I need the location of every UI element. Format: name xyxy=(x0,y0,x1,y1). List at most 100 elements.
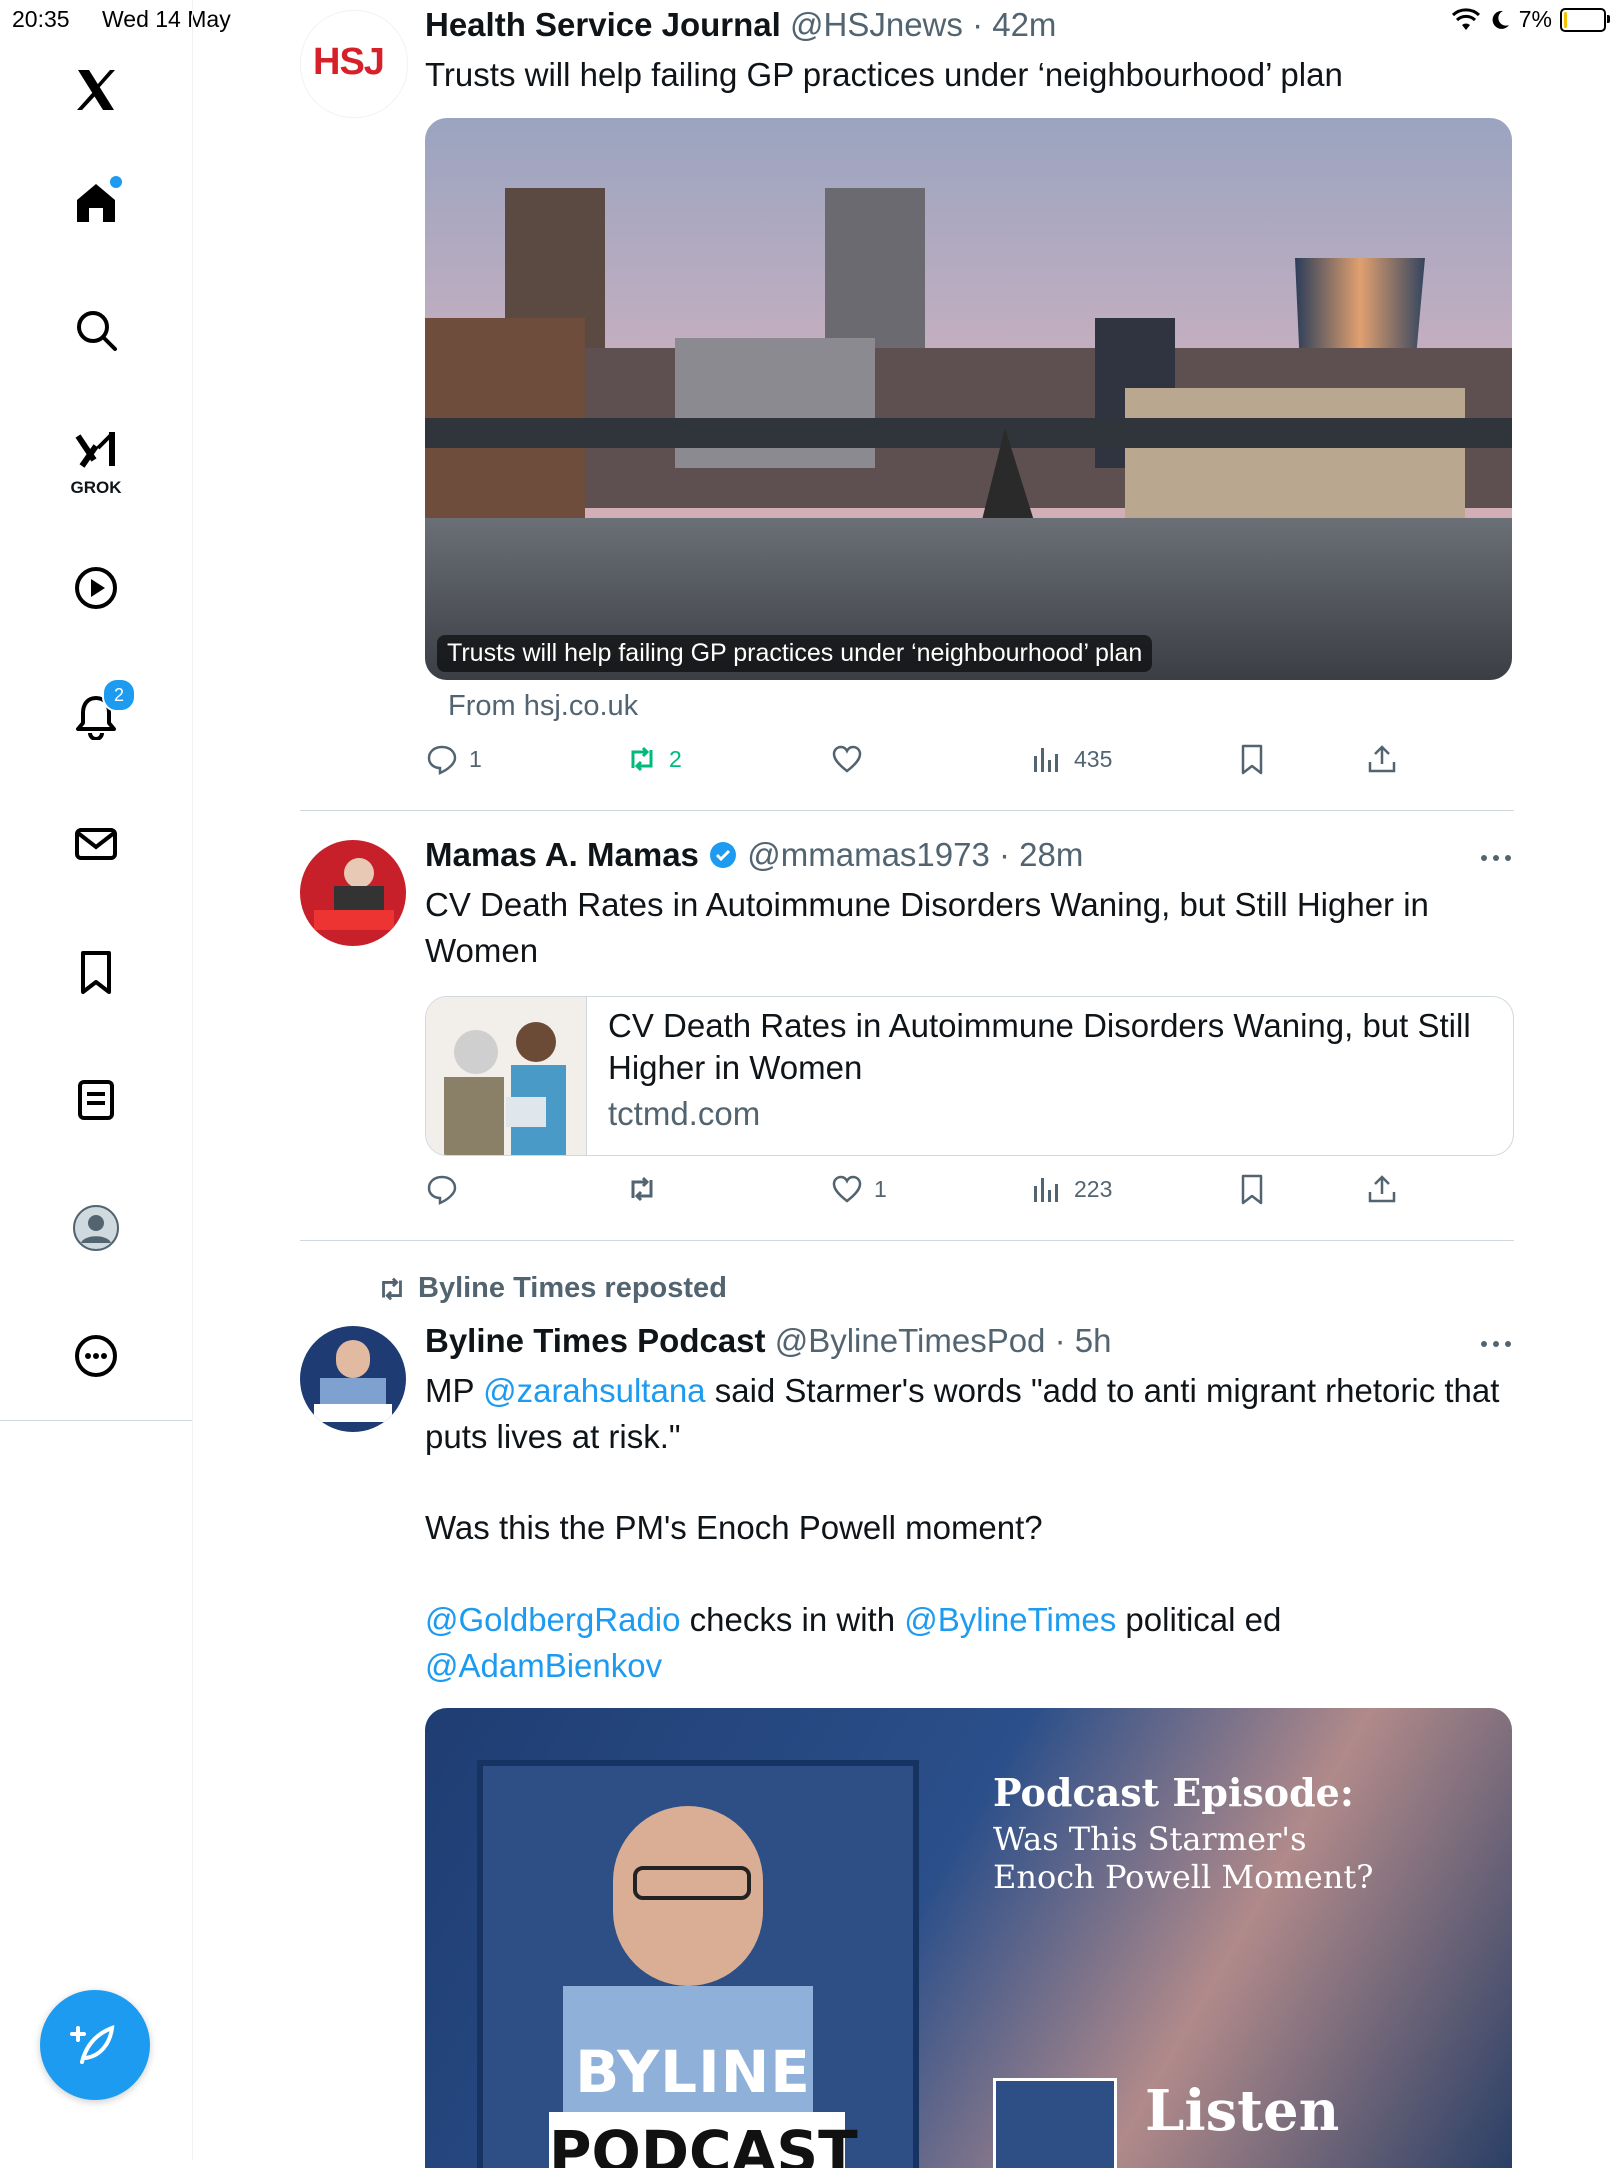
heart-icon xyxy=(832,745,862,773)
repost-small-icon xyxy=(382,1277,402,1300)
tweet-actions: 1 2 435 xyxy=(425,742,1514,782)
repost-button[interactable]: 2 xyxy=(625,742,682,776)
link-domain: tctmd.com xyxy=(608,1095,761,1132)
post-time[interactable]: · 28m xyxy=(999,836,1083,873)
tweet-text-credits: @GoldbergRadio checks in with @BylineTim… xyxy=(425,1597,1510,1689)
wifi-icon xyxy=(1451,7,1480,30)
mention-link[interactable]: @zarahsultana xyxy=(483,1372,705,1409)
link-thumbnail xyxy=(426,997,587,1155)
podcast-mini-cover xyxy=(993,2078,1117,2168)
repost-icon xyxy=(631,1176,653,1202)
avatar-mamas-face xyxy=(344,858,374,888)
share-button[interactable] xyxy=(1365,742,1399,776)
more-circle-icon[interactable] xyxy=(66,1326,126,1386)
tweet-header: Mamas A. Mamas @mmamas1973 · 28m xyxy=(425,836,1083,874)
share-icon xyxy=(1368,1175,1396,1203)
tweet-divider xyxy=(300,1240,1514,1241)
podcast-listen-text: Listen xyxy=(1145,2078,1340,2144)
avatar-hsj[interactable]: HSJ xyxy=(300,10,408,118)
link-title: CV Death Rates in Autoimmune Disorders W… xyxy=(608,1007,1471,1086)
avatar-mamas-podium xyxy=(314,910,394,930)
tweet-text: CV Death Rates in Autoimmune Disorders W… xyxy=(425,886,1429,969)
author-name[interactable]: Byline Times Podcast xyxy=(425,1322,766,1359)
tweet-header: Byline Times Podcast @BylineTimesPod · 5… xyxy=(425,1322,1111,1360)
reply-button[interactable] xyxy=(425,1172,469,1206)
tweet-text: Trusts will help failing GP practices un… xyxy=(425,56,1343,93)
repost-count: 2 xyxy=(669,745,682,772)
search-icon[interactable] xyxy=(66,300,126,360)
sidebar-divider xyxy=(0,1420,192,1421)
more-options-icon[interactable] xyxy=(1478,848,1514,868)
views-button[interactable]: 223 xyxy=(1030,1172,1112,1206)
repost-icon xyxy=(631,746,653,772)
lists-icon[interactable] xyxy=(66,1070,126,1130)
moon-icon xyxy=(1492,10,1509,29)
avatar-byline-face xyxy=(336,1340,370,1378)
verified-badge-icon xyxy=(710,842,737,868)
reply-count: 1 xyxy=(469,745,482,772)
avatar-byline-podcast[interactable] xyxy=(300,1326,406,1432)
bookmarks-icon[interactable] xyxy=(66,942,126,1002)
avatar-byline-banner xyxy=(314,1404,392,1422)
author-name[interactable]: Mamas A. Mamas xyxy=(425,836,699,873)
messages-envelope-icon[interactable] xyxy=(66,814,126,874)
bookmark-button[interactable] xyxy=(1235,1172,1269,1206)
battery-percent: 7% xyxy=(1518,6,1552,32)
mention-link[interactable]: @AdamBienkov xyxy=(425,1647,662,1684)
like-button[interactable] xyxy=(830,742,874,776)
x-logo-icon[interactable] xyxy=(66,60,126,120)
tweet-text: MP @zarahsultana said Starmer's words "a… xyxy=(425,1368,1510,1460)
views-button[interactable]: 435 xyxy=(1030,742,1112,776)
home-unread-dot xyxy=(108,174,124,190)
text-segment: checks in with xyxy=(680,1601,905,1638)
reply-icon xyxy=(427,745,457,775)
notifications-bell-icon[interactable]: 2 xyxy=(66,678,136,746)
profile-avatar-icon[interactable] xyxy=(66,1198,126,1258)
repost-context[interactable]: Byline Times reposted xyxy=(376,1272,727,1305)
mention-link[interactable]: @GoldbergRadio xyxy=(425,1601,680,1638)
tweet-header: Health Service Journal @HSJnews · 42m xyxy=(425,6,1056,44)
views-count: 223 xyxy=(1074,1175,1113,1202)
like-button[interactable]: 1 xyxy=(830,1172,887,1206)
notification-count-badge: 2 xyxy=(102,678,136,712)
sidebar: GROK 2 xyxy=(0,0,193,2160)
podcast-episode-title: Podcast Episode: xyxy=(993,1770,1354,1815)
author-name[interactable]: Health Service Journal xyxy=(425,6,781,43)
author-handle[interactable]: @HSJnews xyxy=(790,6,963,43)
reply-button[interactable]: 1 xyxy=(425,742,482,776)
link-preview-card[interactable]: CV Death Rates in Autoimmune Disorders W… xyxy=(425,996,1514,1156)
tweet-actions: 1 223 xyxy=(425,1172,1514,1212)
battery-icon xyxy=(1560,7,1610,32)
grok-icon[interactable] xyxy=(66,420,126,480)
share-button[interactable] xyxy=(1365,1172,1399,1206)
text-mp: MP xyxy=(425,1372,484,1409)
article-image-card[interactable]: Trusts will help failing GP practices un… xyxy=(425,118,1512,680)
author-handle[interactable]: @mmamas1973 xyxy=(747,836,990,873)
compose-post-button[interactable] xyxy=(40,1990,150,2100)
home-icon[interactable] xyxy=(66,172,126,232)
podcast-image-card[interactable]: BYLINE PODCAST Podcast Episode: Was This… xyxy=(425,1708,1512,2168)
repost-button[interactable] xyxy=(625,1172,669,1206)
post-time[interactable]: · 42m xyxy=(972,6,1056,43)
link-source[interactable]: From hsj.co.uk xyxy=(448,690,638,723)
reply-icon xyxy=(427,1175,457,1205)
repost-context-label: Byline Times reposted xyxy=(418,1272,727,1304)
mention-link[interactable]: @BylineTimes xyxy=(904,1601,1116,1638)
share-icon xyxy=(1368,745,1396,773)
bookmark-icon xyxy=(1241,1174,1263,1205)
heart-icon xyxy=(832,1175,862,1203)
podcast-cover: BYLINE PODCAST xyxy=(477,1760,919,2168)
avatar-mamas[interactable] xyxy=(300,840,406,946)
london-skyline-image xyxy=(425,118,1512,680)
status-indicators: 7% xyxy=(1451,6,1610,33)
video-play-icon[interactable] xyxy=(66,558,126,618)
bookmark-icon xyxy=(1241,744,1263,775)
podcast-episode-subtitle-2: Enoch Powell Moment? xyxy=(993,1858,1374,1896)
like-count: 1 xyxy=(874,1175,887,1202)
author-handle[interactable]: @BylineTimesPod xyxy=(775,1322,1046,1359)
more-options-icon[interactable] xyxy=(1478,1334,1514,1354)
views-count: 435 xyxy=(1074,745,1113,772)
avatar-hsj-text: HSJ xyxy=(313,41,385,83)
post-time[interactable]: · 5h xyxy=(1055,1322,1112,1359)
bookmark-button[interactable] xyxy=(1235,742,1269,776)
